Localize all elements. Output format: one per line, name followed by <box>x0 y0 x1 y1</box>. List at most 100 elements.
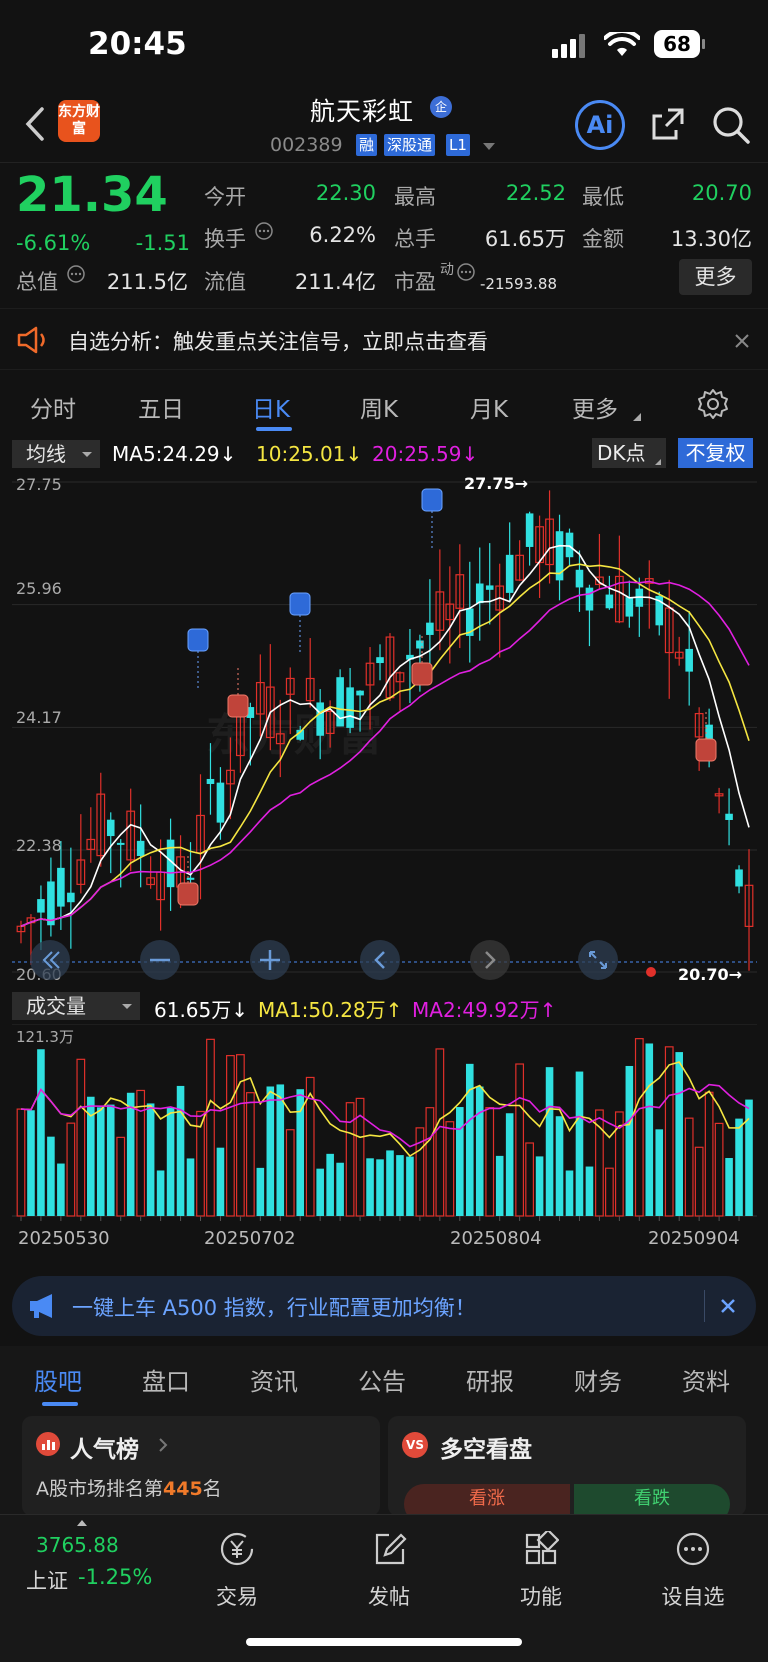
close-icon[interactable] <box>720 1298 736 1314</box>
tab-forum[interactable]: 股吧 <box>34 1362 82 1397</box>
pe-dynamic-label: 动 <box>440 262 454 278</box>
current-dot <box>646 967 656 977</box>
stock-code: 002389 <box>270 134 343 156</box>
search-icon[interactable] <box>710 104 752 146</box>
candle-body-down <box>356 690 364 696</box>
tab-daily-k[interactable]: 日K <box>252 390 290 424</box>
rank-suffix: 名 <box>202 1478 222 1500</box>
index-ticker[interactable]: 3765.88 上证 -1.25% <box>14 1515 164 1615</box>
kline-plot-area <box>12 470 757 988</box>
buy-marker <box>695 738 717 762</box>
volume-bar-down <box>166 1107 175 1216</box>
volume-bar-down <box>465 1063 474 1216</box>
no-adjust-button[interactable]: 不复权 <box>678 438 753 468</box>
kline-chart[interactable]: 东方财富 27.75 25.96 24.17 22.38 20.60 27.75… <box>0 470 768 988</box>
volume-label: 总手 <box>394 227 436 251</box>
candle-body-down <box>585 587 594 611</box>
stock-name: 航天彩虹 <box>310 97 415 126</box>
tab-monthly-k[interactable]: 月K <box>470 390 508 424</box>
rank-number: 445 <box>163 1478 203 1500</box>
wifi-icon <box>604 32 640 56</box>
tab-intraday[interactable]: 分时 <box>30 390 76 424</box>
bullish-button[interactable]: 看涨 <box>404 1484 570 1516</box>
ai-assistant-button[interactable]: Ai <box>575 100 625 150</box>
promo-banner[interactable]: 一键上车 A500 指数，行业配置更加均衡！ <box>12 1276 756 1336</box>
high-marker: 27.75→ <box>464 474 528 493</box>
corner-arrow-icon <box>633 413 641 421</box>
popularity-title: 人气榜 <box>70 1437 139 1463</box>
scroll-left-button[interactable] <box>360 940 400 980</box>
candle-body-down <box>525 513 534 547</box>
vol-ma2: MA2:49.92万↑ <box>412 998 557 1022</box>
volume-bar-down <box>276 1084 285 1216</box>
section-tabs: 股吧 盘口 资讯 公告 研报 财务 资料 <box>0 1346 768 1408</box>
tab-profile[interactable]: 资料 <box>682 1362 730 1397</box>
cell-signal-icon <box>552 34 585 58</box>
margin-tag: 融 <box>356 134 378 156</box>
clock: 20:45 <box>88 26 187 62</box>
gear-icon[interactable] <box>697 388 729 420</box>
candle-body-down <box>37 899 45 913</box>
scroll-right-button[interactable] <box>470 940 510 980</box>
tab-more[interactable]: 更多 <box>572 390 618 424</box>
quote-panel: 21.34 -6.61% -1.51 今开 22.30 最高 22.52 最低 … <box>0 162 768 305</box>
tab-announcements[interactable]: 公告 <box>358 1362 406 1397</box>
megaphone-icon <box>30 1294 52 1318</box>
dropdown-arrow-icon[interactable] <box>482 142 496 152</box>
share-icon[interactable] <box>648 104 688 144</box>
info-icon[interactable] <box>456 262 476 282</box>
stock-header: 东方财富 航天彩虹 企 002389 融 深股通 L1 Ai <box>0 90 768 162</box>
candle-body-down <box>136 840 145 857</box>
edit-icon <box>375 1533 407 1565</box>
date-label-1: 20250530 <box>18 1228 110 1249</box>
high-label: 最高 <box>394 185 436 209</box>
volume-bar-down <box>735 1118 743 1216</box>
volume-bar-down <box>386 1150 394 1216</box>
feature-cards: 人气榜 A股市场排名第445名 VS 多空看盘 看涨 看跌 <box>0 1408 768 1516</box>
tab-weekly-k[interactable]: 周K <box>360 390 398 424</box>
battery-indicator: 68 <box>654 30 705 58</box>
fullscreen-button[interactable] <box>578 940 618 980</box>
pe-value: -21593.88 <box>480 275 557 293</box>
indicator-selector[interactable]: 均线 <box>12 440 100 468</box>
tab-order-book[interactable]: 盘口 <box>142 1362 190 1397</box>
candle-body-down <box>47 881 55 926</box>
tab-news[interactable]: 资讯 <box>250 1362 298 1397</box>
nav-add-watchlist-label: 设自选 <box>661 1585 725 1609</box>
candle-body-down <box>376 657 384 664</box>
banner-divider <box>704 1290 705 1322</box>
vol-ma1: MA1:50.28万↑ <box>258 998 403 1022</box>
candle-body-down <box>426 622 434 635</box>
tab-research[interactable]: 研报 <box>466 1362 514 1397</box>
volume-bar-down <box>565 1170 574 1216</box>
volume-bar-down <box>326 1153 334 1216</box>
last-price: 21.34 <box>16 167 168 223</box>
volume-legend-row: 成交量 61.65万↓ MA1:50.28万↑ MA2:49.92万↑ <box>0 988 768 1024</box>
nav-post-label: 发帖 <box>368 1585 410 1609</box>
volume-bar-down <box>725 1158 733 1216</box>
index-name: 上证 <box>26 1569 68 1593</box>
tab-financials[interactable]: 财务 <box>574 1362 622 1397</box>
bearish-button[interactable]: 看跌 <box>574 1484 730 1516</box>
volume-bar-down <box>505 1113 514 1216</box>
info-icon[interactable] <box>254 221 274 241</box>
more-dots-icon <box>676 1532 710 1566</box>
y-label-3: 24.17 <box>16 708 62 727</box>
volume-chart[interactable]: 121.3万 20250530 20250702 20250804 202509… <box>0 1024 768 1264</box>
info-icon[interactable] <box>66 264 86 284</box>
candle-body-down <box>106 819 115 837</box>
candle-body-down <box>575 569 584 588</box>
close-icon[interactable] <box>734 333 750 349</box>
float-label: 流值 <box>204 270 246 294</box>
amount-value: 13.30亿 <box>670 227 752 251</box>
volume-indicator-selector[interactable]: 成交量 <box>12 992 140 1020</box>
candle-body-down <box>116 842 125 845</box>
back-icon[interactable] <box>22 106 48 142</box>
tab-five-day[interactable]: 五日 <box>138 390 184 424</box>
volume-bar-down <box>316 1168 324 1216</box>
more-button[interactable]: 更多 <box>679 259 752 295</box>
candle-body-down <box>565 532 574 558</box>
popularity-card[interactable]: 人气榜 A股市场排名第445名 <box>22 1416 380 1516</box>
long-short-card[interactable]: VS 多空看盘 看涨 看跌 <box>388 1416 746 1516</box>
analysis-notice[interactable]: 自选分析：触发重点关注信号，立即点击查看 <box>0 308 768 370</box>
